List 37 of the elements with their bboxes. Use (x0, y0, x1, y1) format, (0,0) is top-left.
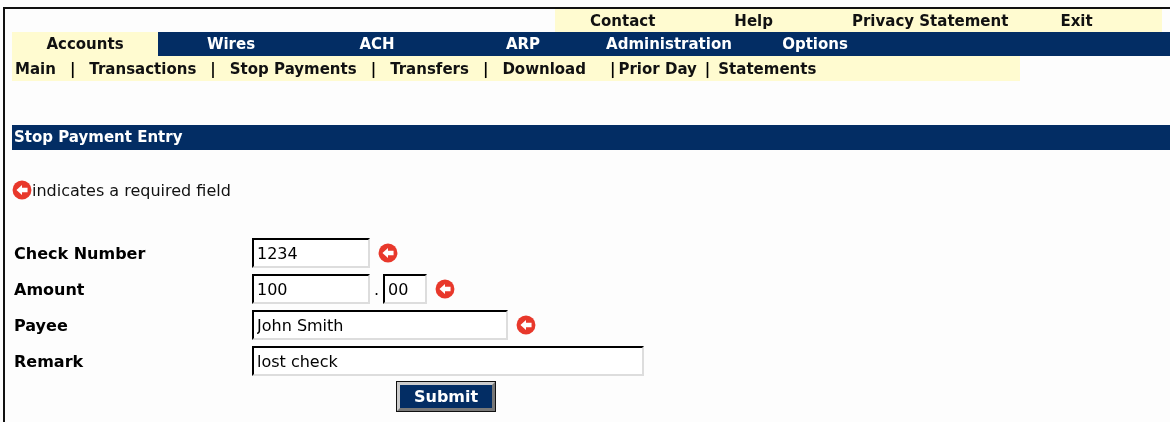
tab[interactable]: ARP (450, 32, 596, 56)
field-label: Payee (13, 315, 69, 335)
field-label: Check Number (13, 243, 147, 263)
tab[interactable]: Accounts (12, 32, 158, 56)
section-title: Stop Payment Entry (12, 125, 1170, 150)
separator: | (69, 59, 76, 78)
subnav-link[interactable]: Download (502, 59, 586, 78)
separator: | (210, 59, 216, 78)
input-field[interactable]: 100 (252, 274, 370, 304)
required-icon (12, 180, 32, 200)
top-link[interactable]: Help (734, 11, 773, 30)
input-field[interactable]: lost check (252, 346, 644, 376)
tab[interactable]: Wires (158, 32, 304, 56)
field-label: Remark (13, 351, 85, 371)
top-link[interactable]: Privacy Statement (851, 11, 1009, 30)
subnav-link[interactable]: Statements (718, 59, 817, 78)
separator: | (482, 59, 489, 78)
subnav-link[interactable]: Stop Payments (229, 59, 357, 78)
top-link[interactable]: Contact (590, 11, 656, 30)
subnav-link[interactable]: Transactions (89, 59, 197, 78)
subnav-link[interactable]: Main (15, 59, 56, 78)
input-field[interactable]: 00 (383, 274, 428, 304)
separator: | (704, 59, 711, 78)
subnav-link[interactable]: Prior Day (618, 59, 697, 78)
subnav-link[interactable]: Transfers (390, 59, 469, 78)
decimal-point: . (374, 279, 380, 299)
top-link[interactable]: Exit (1060, 11, 1093, 30)
submit-button[interactable]: Submit (397, 382, 496, 411)
required-note: indicates a required field (32, 180, 231, 200)
separator: | (370, 59, 377, 78)
field-label: Amount (13, 279, 86, 299)
tab[interactable]: Options (742, 32, 888, 56)
input-field[interactable]: John Smith (252, 310, 508, 340)
input-field[interactable]: 1234 (252, 238, 370, 268)
tab[interactable]: Administration (596, 32, 742, 56)
tab[interactable]: ACH (304, 32, 450, 56)
separator: | (610, 59, 616, 78)
